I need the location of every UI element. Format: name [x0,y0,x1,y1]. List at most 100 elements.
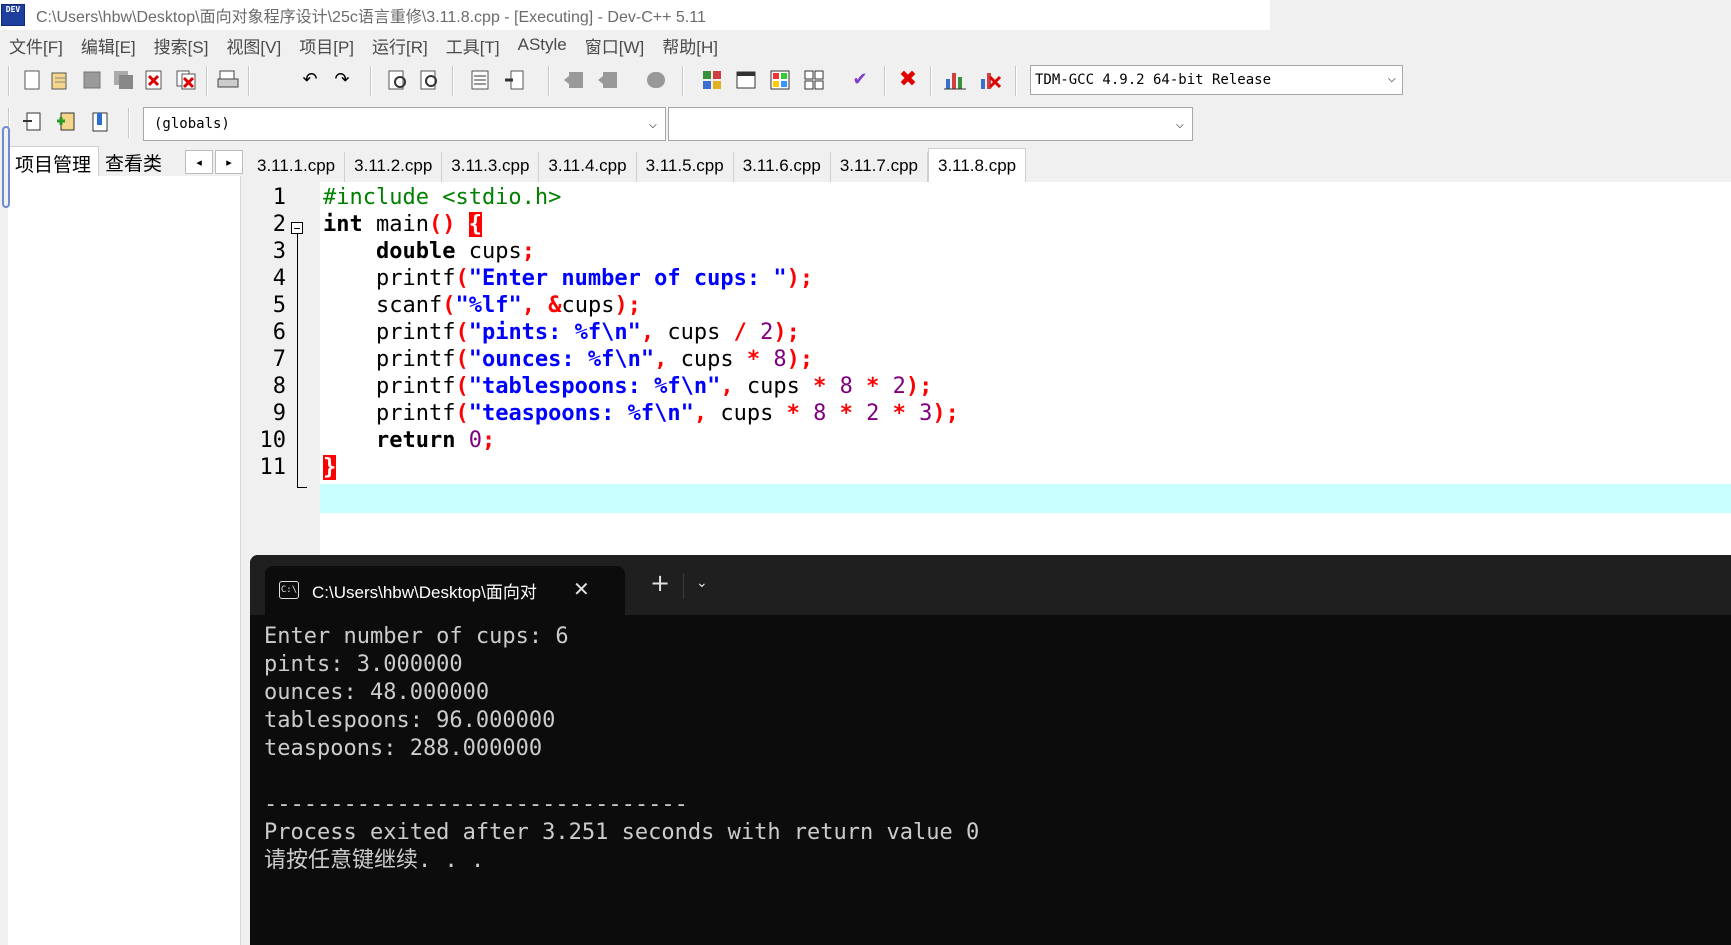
tab-file-3-11-2[interactable]: 3.11.2.cpp [345,152,443,182]
menu-window[interactable]: 窗口[W] [585,33,645,58]
menu-run[interactable]: 运行[R] [372,33,428,58]
tab-file-3-11-3[interactable]: 3.11.3.cpp [442,152,540,182]
menu-file[interactable]: 文件[F] [9,33,63,58]
app-icon: DEV [1,4,25,26]
menu-tools[interactable]: 工具[T] [446,33,500,58]
fold-end [297,487,307,488]
code-line[interactable]: return 0; [323,428,495,453]
code-line[interactable]: double cups; [323,239,535,264]
line-number: 11 [259,455,287,480]
delete-chart-icon[interactable] [978,68,1002,92]
panel-resize-handle[interactable] [2,126,10,208]
code-line[interactable]: } [323,455,337,480]
menu-astyle[interactable]: AStyle [518,35,567,55]
line-number: 10 [259,428,287,453]
menu-project[interactable]: 项目[P] [299,33,354,58]
tab-file-3-11-4[interactable]: 3.11.4.cpp [539,152,637,182]
current-line-highlight [320,484,1731,513]
toolbar-separator [128,108,130,138]
tab-scroll-arrows: ◂ ▸ [185,150,245,174]
find-icon[interactable] [386,68,410,92]
scroll-left-icon[interactable]: ◂ [185,150,213,174]
stop-icon[interactable]: ✖ [896,68,920,92]
line-number: 4 [272,266,286,291]
code-line[interactable]: scanf("%lf", &cups); [323,293,641,318]
project-tree[interactable] [8,176,241,945]
close-all-icon[interactable] [174,68,198,92]
tab-file-3-11-6[interactable]: 3.11.6.cpp [734,152,831,182]
line-number: 2 [272,212,286,237]
console-tab-title: C:\Users\hbw\Desktop\面向对 [312,583,537,602]
tab-file-3-11-7[interactable]: 3.11.7.cpp [831,152,928,182]
code-line[interactable]: printf("teaspoons: %f\n", cups * 8 * 2 *… [323,401,959,426]
insert-icon[interactable] [20,110,44,134]
toggle-comment-icon [644,68,668,92]
window-icon[interactable] [734,68,758,92]
bookmark-icon[interactable] [502,68,526,92]
toolbar-separator [206,66,208,96]
toolbar-separator [930,66,932,96]
close-icon[interactable]: ✕ [573,577,590,601]
code-line[interactable]: #include <stdio.h> [323,185,561,210]
symbol-select[interactable]: ⌵ [668,107,1193,141]
console-tab[interactable]: C:\ C:\Users\hbw\Desktop\面向对 ✕ [265,566,625,615]
toolbar-separator [1015,66,1017,96]
close-file-icon[interactable] [142,68,166,92]
line-number: 8 [272,374,286,399]
tile-icon[interactable] [802,68,826,92]
tab-project-manager[interactable]: 项目管理 [8,146,100,176]
line-number: 7 [272,347,286,372]
tab-class-browser[interactable]: 查看类 [99,146,169,176]
menu-help[interactable]: 帮助[H] [662,33,718,58]
scope-select[interactable]: (globals) ⌵ [143,107,666,141]
title-bar: DEV C:\Users\hbw\Desktop\面向对象程序设计\25c语言重… [0,0,1270,30]
code-line[interactable]: int main() { [323,212,482,237]
line-number: 5 [272,293,286,318]
new-file-icon[interactable] [20,68,44,92]
undo-icon[interactable]: ↶ [298,68,322,92]
palette-icon[interactable] [768,68,792,92]
save-all-icon[interactable] [112,68,136,92]
check-syntax-icon[interactable]: ✔ [848,68,872,92]
tab-divider [683,573,684,599]
fold-toggle-icon[interactable] [291,222,303,234]
window-title: C:\Users\hbw\Desktop\面向对象程序设计\25c语言重修\3.… [36,9,706,26]
redo-icon[interactable]: ↷ [330,68,354,92]
console-tab-bar: C:\ C:\Users\hbw\Desktop\面向对 ✕ + ⌄ [250,555,1731,615]
code-line[interactable]: printf("Enter number of cups: "); [323,266,813,291]
indent-icon [562,68,586,92]
tab-file-3-11-8[interactable]: 3.11.8.cpp [927,148,1027,182]
code-line[interactable]: printf("pints: %f\n", cups / 2); [323,320,800,345]
scope-select-value: (globals) [154,116,230,132]
scroll-right-icon[interactable]: ▸ [215,150,243,174]
add-bookmark-icon[interactable] [54,110,78,134]
chevron-down-icon: ⌵ [648,116,657,132]
project-grid-icon[interactable] [700,68,724,92]
cmd-icon: C:\ [279,581,299,599]
menu-search[interactable]: 搜索[S] [154,33,209,58]
new-tab-icon[interactable]: + [650,571,670,595]
console-output: Enter number of cups: 6 pints: 3.000000 … [264,624,980,873]
goto-icon[interactable] [468,68,492,92]
goto-bookmark-icon[interactable] [88,110,112,134]
save-icon[interactable] [80,68,104,92]
console-window[interactable]: C:\ C:\Users\hbw\Desktop\面向对 ✕ + ⌄ Enter… [250,555,1731,945]
chevron-down-icon: ⌵ [1387,70,1396,86]
compiler-select[interactable]: TDM-GCC 4.9.2 64-bit Release ⌵ [1030,65,1403,95]
toolbar-separator [884,66,886,96]
left-panel: 项目管理 查看类 ◂ ▸ [0,146,243,945]
menu-view[interactable]: 视图[V] [226,33,281,58]
left-panel-tabs: 项目管理 查看类 [8,146,169,176]
print-icon[interactable] [216,68,240,92]
tab-file-3-11-5[interactable]: 3.11.5.cpp [637,152,734,182]
code-line[interactable]: printf("ounces: %f\n", cups * 8); [323,347,813,372]
code-line[interactable]: printf("tablespoons: %f\n", cups * 8 * 2… [323,374,932,399]
menu-edit[interactable]: 编辑[E] [81,33,136,58]
tab-file-3-11-1[interactable]: 3.11.1.cpp [248,152,346,182]
replace-icon[interactable] [418,68,442,92]
chevron-down-icon[interactable]: ⌄ [696,575,708,591]
compiler-select-value: TDM-GCC 4.9.2 64-bit Release [1035,72,1272,88]
open-file-icon[interactable] [48,68,72,92]
toolbar-separator [370,66,372,96]
chart-icon[interactable] [943,68,967,92]
